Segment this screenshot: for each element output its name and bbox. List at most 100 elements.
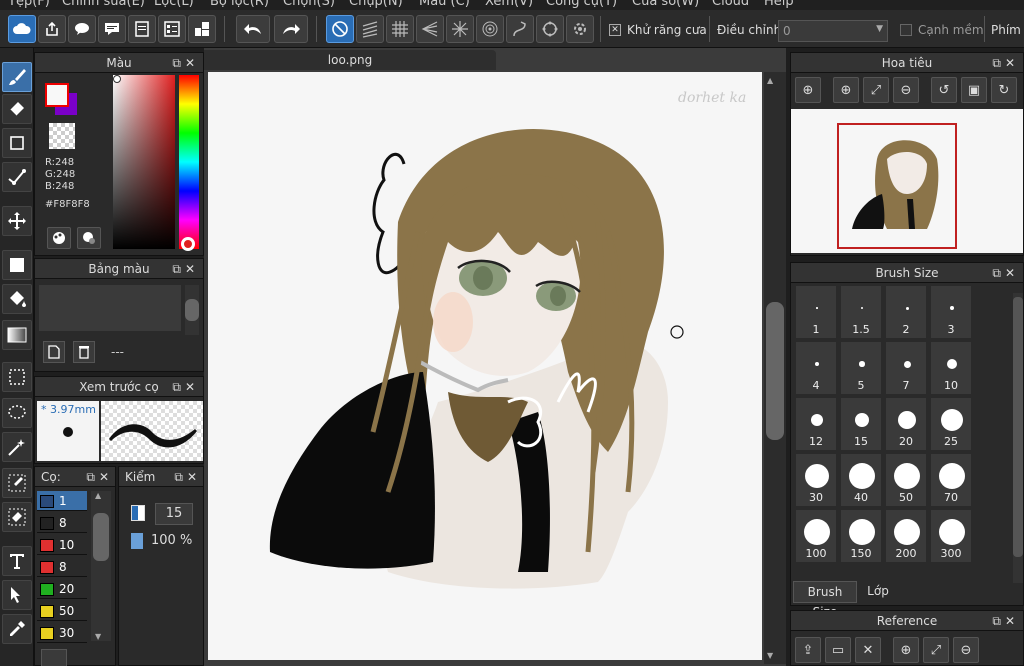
panel-float-close-icon[interactable]: ⧉✕ <box>992 53 1019 73</box>
menu-filter[interactable]: Bộ lọc(R) <box>210 0 269 9</box>
select-pen-tool-icon[interactable] <box>2 468 32 498</box>
brush-list-item[interactable]: 50 <box>37 601 87 621</box>
transparent-color-swatch[interactable] <box>49 123 75 149</box>
magic-wand-tool-icon[interactable] <box>2 432 32 462</box>
saturation-value-picker[interactable] <box>113 75 175 249</box>
canvas-vertical-scrollbar[interactable]: ▲ ▼ <box>764 72 786 664</box>
brush-settings-icon[interactable] <box>41 649 67 666</box>
size-field[interactable]: 15 <box>155 503 193 525</box>
reset-view-icon[interactable]: ▣ <box>961 77 987 103</box>
brush-list-item[interactable]: 8 <box>37 513 87 533</box>
grid-snap-icon[interactable] <box>386 15 414 43</box>
no-snap-icon[interactable] <box>326 15 354 43</box>
operation-tool-icon[interactable] <box>2 580 32 610</box>
panel-float-close-icon[interactable]: ⧉✕ <box>174 467 201 487</box>
navigator-preview[interactable] <box>791 109 1023 253</box>
radial-snap-icon[interactable] <box>446 15 474 43</box>
brush-size-cell[interactable]: 20 <box>885 397 927 451</box>
brush-size-cell[interactable]: 30 <box>795 453 837 507</box>
materials-icon[interactable] <box>188 15 216 43</box>
palette-swatch-area[interactable] <box>39 285 181 331</box>
brush-list-item[interactable]: 1 <box>37 491 87 511</box>
primary-color-swatch[interactable] <box>45 83 69 107</box>
concentric-snap-icon[interactable] <box>476 15 504 43</box>
menu-help[interactable]: Help <box>764 0 794 9</box>
gradient-tool-icon[interactable] <box>2 320 32 350</box>
brush-size-cell[interactable]: 100 <box>795 509 837 563</box>
brush-size-cell[interactable]: 3 <box>930 285 972 339</box>
fit-window-icon[interactable]: ⤢ <box>923 637 949 663</box>
menu-view[interactable]: Xem(V) <box>485 0 533 9</box>
menu-file[interactable]: Tệp(F) <box>8 0 50 9</box>
page-icon[interactable] <box>128 15 156 43</box>
brush-list-item[interactable]: 30 <box>37 623 87 643</box>
circle-snap-icon[interactable] <box>536 15 564 43</box>
scroll-down-icon[interactable]: ▼ <box>767 651 773 660</box>
panel-float-close-icon[interactable]: ⧉✕ <box>992 611 1019 631</box>
move-tool-icon[interactable] <box>2 206 32 236</box>
antialias-checkbox[interactable]: ✕ <box>609 24 621 36</box>
panel-float-close-icon[interactable]: ⧉✕ <box>172 259 199 279</box>
rectangle-tool-icon[interactable] <box>2 128 32 158</box>
brush-size-cell[interactable]: 50 <box>885 453 927 507</box>
menu-cloud[interactable]: Cloud <box>712 0 749 9</box>
menu-color[interactable]: Màu (C) <box>419 0 470 9</box>
zoom-fit-icon[interactable]: ⊕ <box>795 77 821 103</box>
color-settings-icon[interactable] <box>77 227 101 249</box>
rotate-left-icon[interactable]: ↺ <box>931 77 957 103</box>
bucket-tool-icon[interactable] <box>2 284 32 314</box>
close-icon[interactable]: ✕ <box>855 637 881 663</box>
rotate-right-icon[interactable]: ↻ <box>991 77 1017 103</box>
brush-size-cell[interactable]: 150 <box>840 509 882 563</box>
panel-float-close-icon[interactable]: ⧉✕ <box>172 377 199 397</box>
export-icon[interactable] <box>38 15 66 43</box>
checklist-icon[interactable] <box>158 15 186 43</box>
brush-list-item[interactable]: 20 <box>37 579 87 599</box>
brush-list-item[interactable]: 10 <box>37 535 87 555</box>
line-tool-icon[interactable] <box>2 162 32 192</box>
brush-size-cell[interactable]: 4 <box>795 341 837 395</box>
snap-settings-icon[interactable] <box>566 15 594 43</box>
drawing-canvas[interactable]: dorhet ka <box>208 72 762 660</box>
menu-capture[interactable]: Chụp(N) <box>349 0 403 9</box>
panel-float-close-icon[interactable]: ⧉✕ <box>86 467 113 487</box>
soft-edge-checkbox[interactable] <box>900 24 912 36</box>
brush-size-cell[interactable]: 40 <box>840 453 882 507</box>
scroll-down-icon[interactable]: ▼ <box>95 632 101 641</box>
lasso-tool-icon[interactable] <box>2 398 32 428</box>
parallel-snap-icon[interactable] <box>356 15 384 43</box>
redo-icon[interactable] <box>274 15 308 43</box>
brush-size-cell[interactable]: 15 <box>840 397 882 451</box>
select-eraser-tool-icon[interactable] <box>2 502 32 532</box>
brush-size-cell[interactable]: 10 <box>930 341 972 395</box>
perspective-snap-icon[interactable] <box>416 15 444 43</box>
palette-scrollbar[interactable] <box>185 285 199 335</box>
brush-list-scrollbar[interactable]: ▲ ▼ <box>91 491 111 641</box>
eraser-tool-icon[interactable] <box>2 94 32 124</box>
scroll-up-icon[interactable]: ▲ <box>767 76 773 85</box>
brush-size-cell[interactable]: 2 <box>885 285 927 339</box>
brush-size-cell[interactable]: 300 <box>930 509 972 563</box>
document-tab[interactable]: loo.png <box>204 50 496 70</box>
scrollbar-thumb[interactable] <box>766 302 784 440</box>
brush-size-cell[interactable]: 1 <box>795 285 837 339</box>
select-rect-tool-icon[interactable] <box>2 362 32 392</box>
brush-list-item[interactable]: 8 <box>37 557 87 577</box>
brush-size-cell[interactable]: 1.5 <box>840 285 882 339</box>
brush-size-cell[interactable]: 5 <box>840 341 882 395</box>
fill-rect-tool-icon[interactable] <box>2 250 32 280</box>
scroll-up-icon[interactable]: ▲ <box>95 491 101 500</box>
comment-icon[interactable] <box>98 15 126 43</box>
eyedropper-tool-icon[interactable] <box>2 614 32 644</box>
brush-size-cell[interactable]: 25 <box>930 397 972 451</box>
zoom-in-icon[interactable]: ⊕ <box>893 637 919 663</box>
brush-size-cell[interactable]: 70 <box>930 453 972 507</box>
chat-icon[interactable] <box>68 15 96 43</box>
menu-edit[interactable]: Chỉnh sửa(E) <box>62 0 145 9</box>
menu-tools[interactable]: Công cụ(T) <box>546 0 617 9</box>
brush-size-scrollbar[interactable] <box>1013 293 1023 583</box>
hue-handle[interactable] <box>181 237 195 251</box>
text-tool-icon[interactable] <box>2 546 32 576</box>
cloud-icon[interactable] <box>8 15 36 43</box>
trash-icon[interactable] <box>73 341 95 363</box>
